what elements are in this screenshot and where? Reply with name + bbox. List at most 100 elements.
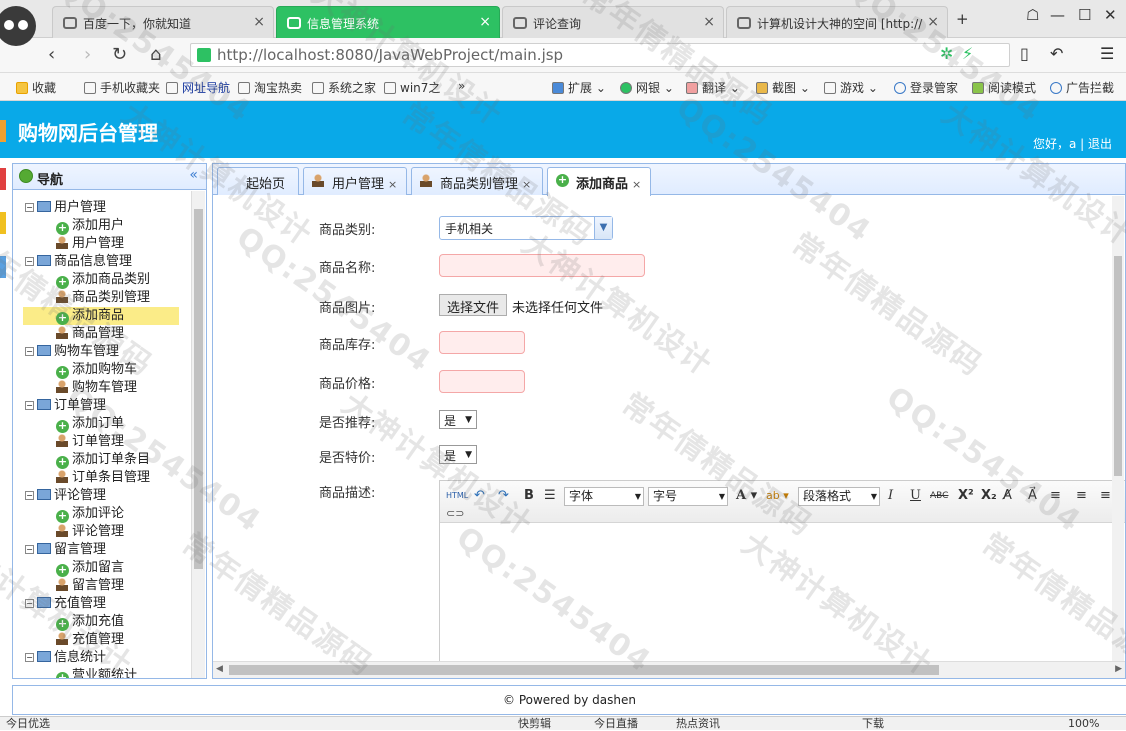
collapse-toggle-icon[interactable]: − [25,491,34,500]
format-icon[interactable]: ☰ [544,487,556,505]
tab-start-page[interactable]: 起始页 [217,167,299,195]
tree-item[interactable]: 留言管理 [56,577,124,595]
close-tab-icon[interactable]: × [522,178,531,191]
translate-button[interactable]: 翻译 ⌄ [686,79,740,96]
scrollbar-thumb[interactable] [194,209,203,569]
font-format-icon[interactable]: A⃗ [1028,487,1037,505]
status-zoom[interactable]: 100% [1068,717,1099,731]
close-tab-icon[interactable]: × [927,14,939,30]
bank-button[interactable]: 网银 ⌄ [620,79,674,96]
minimize-icon[interactable]: — [1050,6,1065,24]
bookmark-taobao[interactable]: 淘宝热卖 [238,79,302,96]
special-select[interactable]: 是 ▼ [439,445,477,464]
price-input[interactable] [439,370,525,393]
align-left-icon[interactable]: ≡ [1050,487,1061,505]
user-greeting-logout[interactable]: 您好，a | 退出 [1033,135,1112,152]
tree-group[interactable]: − 充值管理 [25,595,185,613]
tree-item[interactable]: + 添加商品类别 [56,271,150,289]
collapse-toggle-icon[interactable]: − [25,401,34,410]
close-window-icon[interactable]: ✕ [1104,6,1117,24]
new-tab-icon[interactable]: + [956,10,969,28]
content-vertical-scrollbar[interactable] [1112,196,1124,661]
tree-item[interactable]: 购物车管理 [56,379,137,397]
sidebar-app-icon[interactable] [0,120,6,142]
bold-icon[interactable]: B [524,487,534,505]
tree-item[interactable]: 充值管理 [56,631,124,649]
status-left-text[interactable]: 今日优选 [6,717,50,731]
tree-group[interactable]: − 订单管理 [25,397,185,415]
tree-group[interactable]: − 信息统计 [25,649,185,667]
collapse-toggle-icon[interactable]: − [25,203,34,212]
align-right-icon[interactable]: ≡ [1100,487,1111,505]
extensions-button[interactable]: 扩展 ⌄ [552,79,606,96]
superscript-icon[interactable]: X² [958,487,974,505]
close-tab-icon[interactable]: × [479,14,491,30]
link-icon[interactable]: ⊂⊃ [446,505,464,523]
html-source-icon[interactable]: HTML [446,487,468,505]
scrollbar-thumb[interactable] [1114,256,1122,476]
paragraph-select[interactable]: 段落格式 ▼ [798,487,880,506]
browser-tab-info-system[interactable]: 信息管理系统 × [276,6,500,38]
tree-item[interactable]: 评论管理 [56,523,124,541]
tree-item[interactable]: 商品管理 [56,325,124,343]
undo-icon[interactable]: ↶ [474,487,485,505]
tree-group[interactable]: − 评论管理 [25,487,185,505]
tree-group[interactable]: − 留言管理 [25,541,185,559]
login-manager-button[interactable]: 登录管家 [894,79,958,96]
strikethrough-icon[interactable]: ABC [930,487,948,505]
product-name-input[interactable] [439,254,645,277]
collapse-toggle-icon[interactable]: − [25,257,34,266]
close-tab-icon[interactable]: × [253,14,265,30]
status-quick-edit[interactable]: 快剪辑 [518,717,551,731]
collapse-panel-icon[interactable]: « [189,167,198,183]
bookmark-win7[interactable]: win7之 [384,79,440,96]
browser-tab-baidu[interactable]: 百度一下，你就知道 × [52,6,274,38]
rich-text-editor[interactable]: HTML ↶ ↷ B ☰ 字体 ▼ 字号 ▼ A ▾ ab ▾ 段落格式 ▼ I U … [439,480,1125,678]
forward-icon[interactable]: › [84,44,91,65]
tree-item[interactable]: + 添加购物车 [56,361,137,379]
tab-category-management[interactable]: 商品类别管理 × [411,167,543,195]
bookmark-nav[interactable]: 网址导航 [166,79,230,96]
undo-icon[interactable]: ↶ [1050,44,1063,63]
close-tab-icon[interactable]: × [388,178,397,191]
tree-item[interactable]: + 添加充值 [56,613,124,631]
home-icon[interactable]: ⌂ [150,44,161,65]
speed-icon[interactable]: ✲ [940,44,953,63]
align-center-icon[interactable]: ≡ [1076,487,1087,505]
tree-item[interactable]: 用户管理 [56,235,124,253]
recommend-select[interactable]: 是 ▼ [439,410,477,429]
subscript-icon[interactable]: X₂ [981,487,997,505]
tree-item[interactable]: + 添加评论 [56,505,124,523]
tree-item[interactable]: 订单条目管理 [56,469,150,487]
close-tab-icon[interactable]: × [703,14,715,30]
tree-item[interactable]: + 添加订单条目 [56,451,150,469]
font-family-select[interactable]: 字体 ▼ [564,487,644,506]
status-live[interactable]: 今日直播 [594,717,638,731]
choose-file-button[interactable]: 选择文件 [439,294,508,316]
reading-mode-button[interactable]: 阅读模式 [972,79,1036,96]
bookmark-favorites[interactable]: 收藏 [16,79,56,96]
tree-item[interactable]: 订单管理 [56,433,124,451]
tree-item[interactable]: 商品类别管理 [56,289,150,307]
scroll-left-icon[interactable]: ◀ [216,664,223,674]
back-icon[interactable]: ‹ [48,44,55,65]
games-button[interactable]: 游戏 ⌄ [824,79,878,96]
status-news[interactable]: 热点资讯 [676,717,720,731]
sidebar-app-icon[interactable] [0,168,6,190]
font-size-select[interactable]: 字号 ▼ [648,487,728,506]
browser-tab-comment-query[interactable]: 评论查询 × [502,6,724,38]
tree-item[interactable]: + 营业额统计 [56,667,137,678]
sidebar-app-icon[interactable] [0,256,6,278]
scroll-right-icon[interactable]: ▶ [1115,664,1122,674]
refresh-icon[interactable]: ↻ [112,44,127,65]
scrollbar-thumb[interactable] [229,665,939,675]
screenshot-button[interactable]: 截图 ⌄ [756,79,810,96]
bookmark-mobile[interactable]: 手机收藏夹 [84,79,160,96]
close-tab-icon[interactable]: × [632,178,641,191]
italic-icon[interactable]: I [888,487,893,505]
skin-icon[interactable]: ☖ [1026,6,1039,24]
tree-scrollbar[interactable] [191,191,205,678]
collapse-toggle-icon[interactable]: − [25,653,34,662]
underline-icon[interactable]: U [910,487,921,505]
status-download[interactable]: 下载 [862,717,884,731]
